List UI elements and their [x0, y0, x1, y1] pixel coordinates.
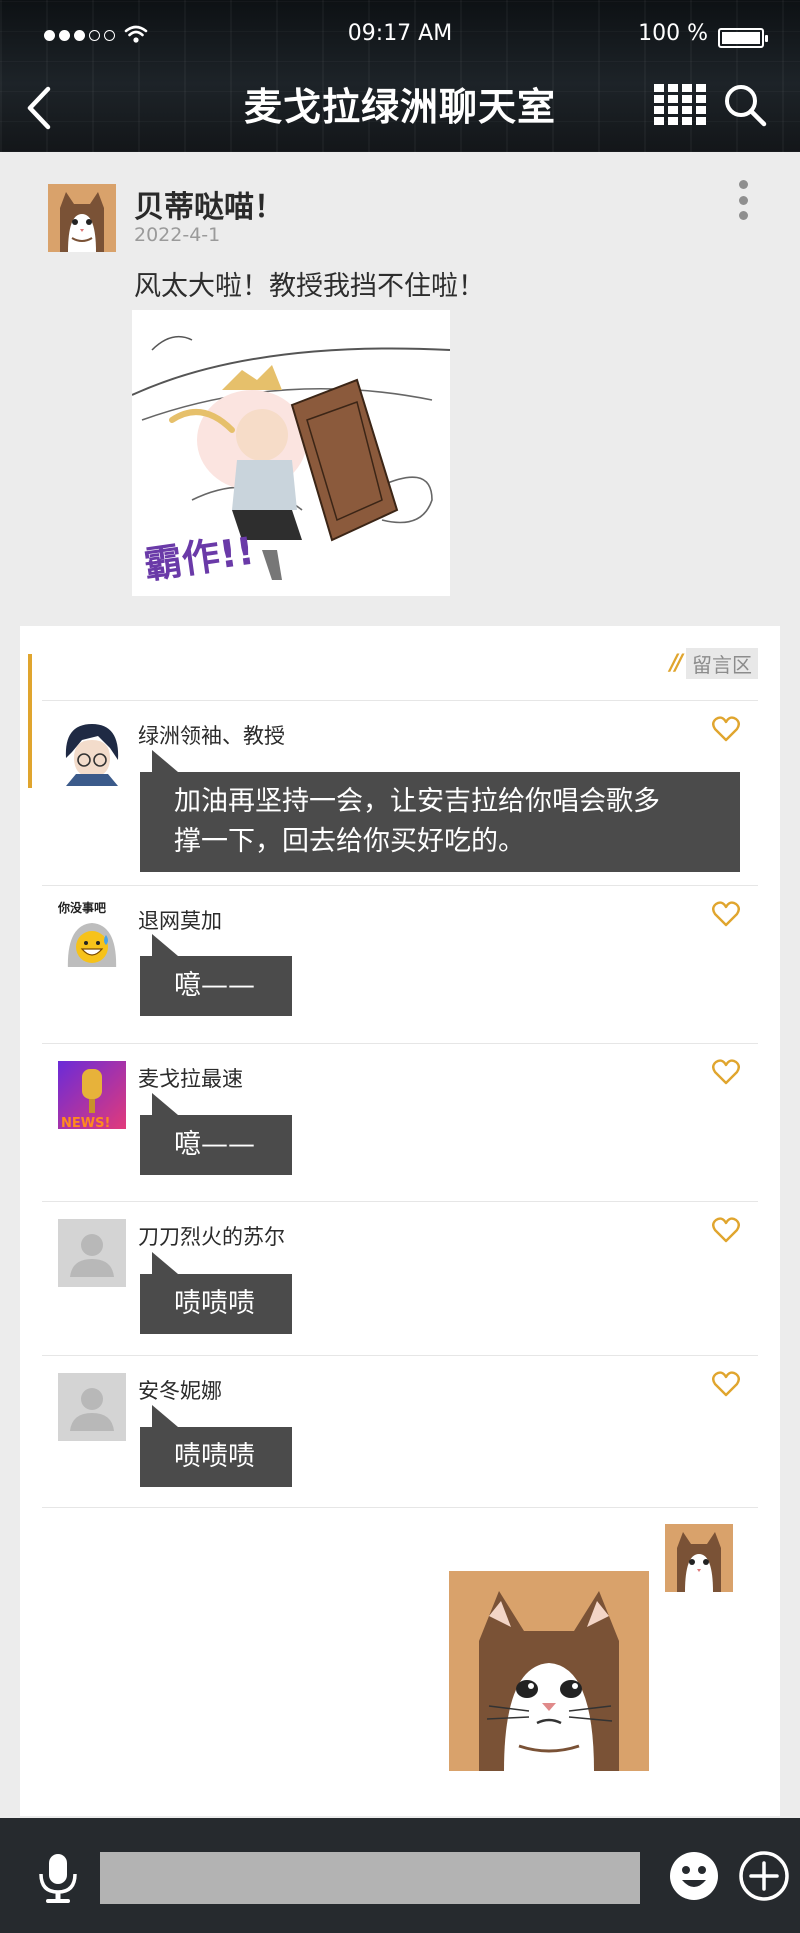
avatar-caption: 你没事吧: [58, 900, 106, 915]
avatar[interactable]: 你没事吧: [58, 899, 126, 967]
heart-icon[interactable]: [712, 1371, 740, 1397]
comment-bubble: 啧啧啧: [140, 1252, 292, 1334]
search-icon[interactable]: [722, 82, 768, 128]
comment-text: 啧啧啧: [174, 1288, 255, 1319]
slash-icon: //: [669, 651, 683, 676]
accent-bar: [28, 654, 32, 788]
post-author-avatar[interactable]: [48, 184, 116, 252]
avatar[interactable]: [58, 1219, 126, 1287]
comment-item: NEWS! 麦戈拉最速 噫——: [42, 1043, 758, 1201]
battery-percent: 100 %: [638, 21, 708, 46]
comment-text: 啧啧啧: [174, 1441, 255, 1472]
avatar[interactable]: [58, 1373, 126, 1441]
comments-label: // 留言区: [670, 648, 758, 679]
comment-text-line: 加油再坚持一会，让安吉拉给你唱会歌多: [174, 786, 660, 817]
comment-author[interactable]: 绿洲领袖、教授: [138, 720, 285, 750]
chat-room-screen: 09:17 AM 100 % 麦戈拉绿洲聊天室 贝蒂哒喵！ 2022-4-1 风…: [0, 0, 800, 1933]
post-date: 2022-4-1: [134, 224, 221, 246]
divider: [42, 1507, 758, 1508]
comments-section-label: 留言区: [686, 648, 758, 679]
message-input[interactable]: [100, 1852, 640, 1904]
status-bar: 09:17 AM 100 %: [0, 18, 800, 58]
heart-icon[interactable]: [712, 1059, 740, 1085]
comments-panel: // 留言区 绿洲领袖、教授 加油再坚持一会，让安吉拉给你唱会歌多 撑一下，回去…: [20, 626, 780, 1816]
comment-text: 噫——: [174, 1129, 255, 1160]
heart-icon[interactable]: [712, 901, 740, 927]
comment-author[interactable]: 刀刀烈火的苏尔: [138, 1221, 285, 1251]
comment-bubble: 噫——: [140, 1093, 292, 1175]
battery-icon: [718, 28, 768, 48]
post-text: 风太大啦！教授我挡不住啦！: [134, 271, 485, 302]
more-icon[interactable]: [736, 180, 750, 220]
comment-bubble: 啧啧啧: [140, 1405, 292, 1487]
comment-author[interactable]: 麦戈拉最速: [138, 1063, 243, 1093]
comment-item: 绿洲领袖、教授 加油再坚持一会，让安吉拉给你唱会歌多 撑一下，回去给你买好吃的。: [42, 700, 758, 872]
post-image[interactable]: 霸作!!: [132, 310, 450, 596]
comment-item: 安冬妮娜 啧啧啧: [42, 1355, 758, 1507]
heart-icon[interactable]: [712, 1217, 740, 1243]
user-placeholder-icon: [70, 1234, 114, 1277]
comment-bubble: 加油再坚持一会，让安吉拉给你唱会歌多 撑一下，回去给你买好吃的。: [140, 750, 740, 872]
avatar[interactable]: [58, 718, 126, 786]
user-placeholder-icon: [70, 1388, 114, 1431]
comment-author[interactable]: 安冬妮娜: [138, 1375, 222, 1405]
comment-text: 噫——: [174, 970, 255, 1001]
header: 09:17 AM 100 % 麦戈拉绿洲聊天室: [0, 0, 800, 152]
comment-bubble: 噫——: [140, 934, 292, 1016]
cat-sticker[interactable]: [449, 1571, 649, 1771]
comment-text-line: 撑一下，回去给你买好吃的。: [174, 826, 525, 857]
comment-author[interactable]: 退网莫加: [138, 905, 222, 935]
avatar[interactable]: NEWS!: [58, 1061, 126, 1129]
heart-icon[interactable]: [712, 716, 740, 742]
avatar-caption: NEWS!: [61, 1116, 110, 1129]
grid-icon[interactable]: [654, 84, 708, 126]
bottom-input-bar: [0, 1818, 800, 1933]
emoji-icon[interactable]: [668, 1850, 720, 1902]
comment-item: 刀刀烈火的苏尔 啧啧啧: [42, 1201, 758, 1355]
plus-icon[interactable]: [738, 1850, 790, 1902]
own-avatar[interactable]: [665, 1524, 733, 1592]
comment-item: 你没事吧 退网莫加 噫——: [42, 885, 758, 1043]
mic-icon[interactable]: [36, 1852, 80, 1904]
post-author-name[interactable]: 贝蒂哒喵！: [134, 182, 284, 226]
